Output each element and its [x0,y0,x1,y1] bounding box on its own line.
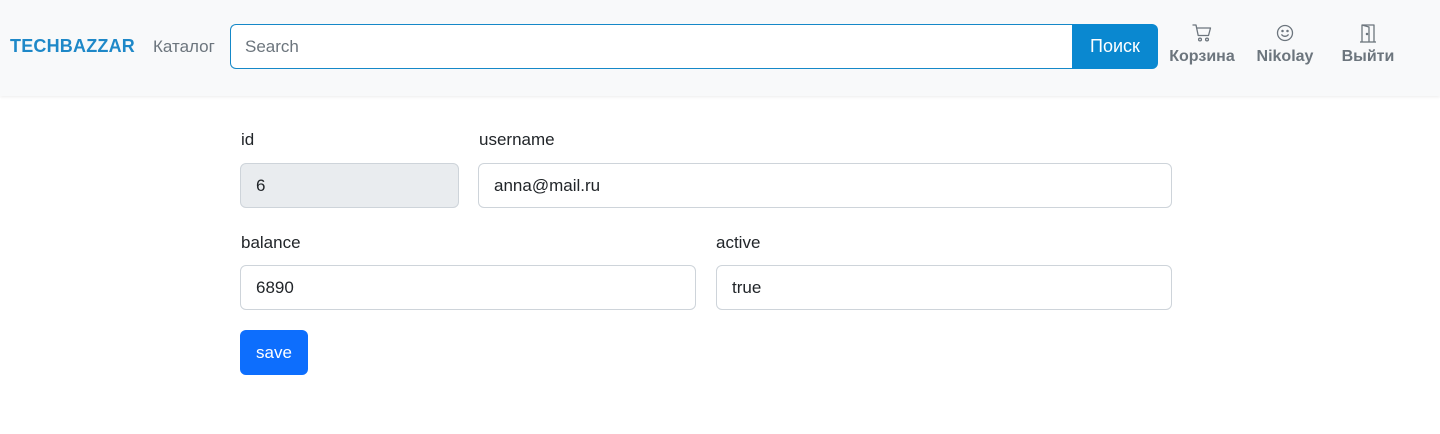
brand-link[interactable]: TECHBAZZAR [10,36,135,57]
balance-field[interactable] [240,265,696,310]
id-label: id [241,130,255,149]
cart-label: Корзина [1169,48,1235,65]
cart-icon [1191,22,1213,44]
user-link[interactable]: Nikolay [1254,22,1316,66]
id-field[interactable] [240,163,459,208]
search-group: Поиск [230,24,1158,69]
door-icon [1357,22,1379,44]
logout-link[interactable]: Выйти [1339,22,1397,66]
navbar: TECHBAZZAR Каталог Поиск Корзина Nikolay [0,0,1440,96]
cart-link[interactable]: Корзина [1167,22,1237,66]
search-input[interactable] [230,24,1072,69]
active-label: active [716,233,761,252]
user-label: Nikolay [1256,48,1314,65]
search-button[interactable]: Поиск [1072,24,1158,69]
active-field[interactable] [716,265,1172,310]
username-field[interactable] [478,163,1172,208]
logout-label: Выйти [1341,48,1395,65]
balance-label: balance [241,233,301,252]
catalog-link[interactable]: Каталог [153,37,215,57]
save-button[interactable]: save [240,330,308,375]
smiley-icon [1274,22,1296,44]
username-label: username [479,130,555,149]
